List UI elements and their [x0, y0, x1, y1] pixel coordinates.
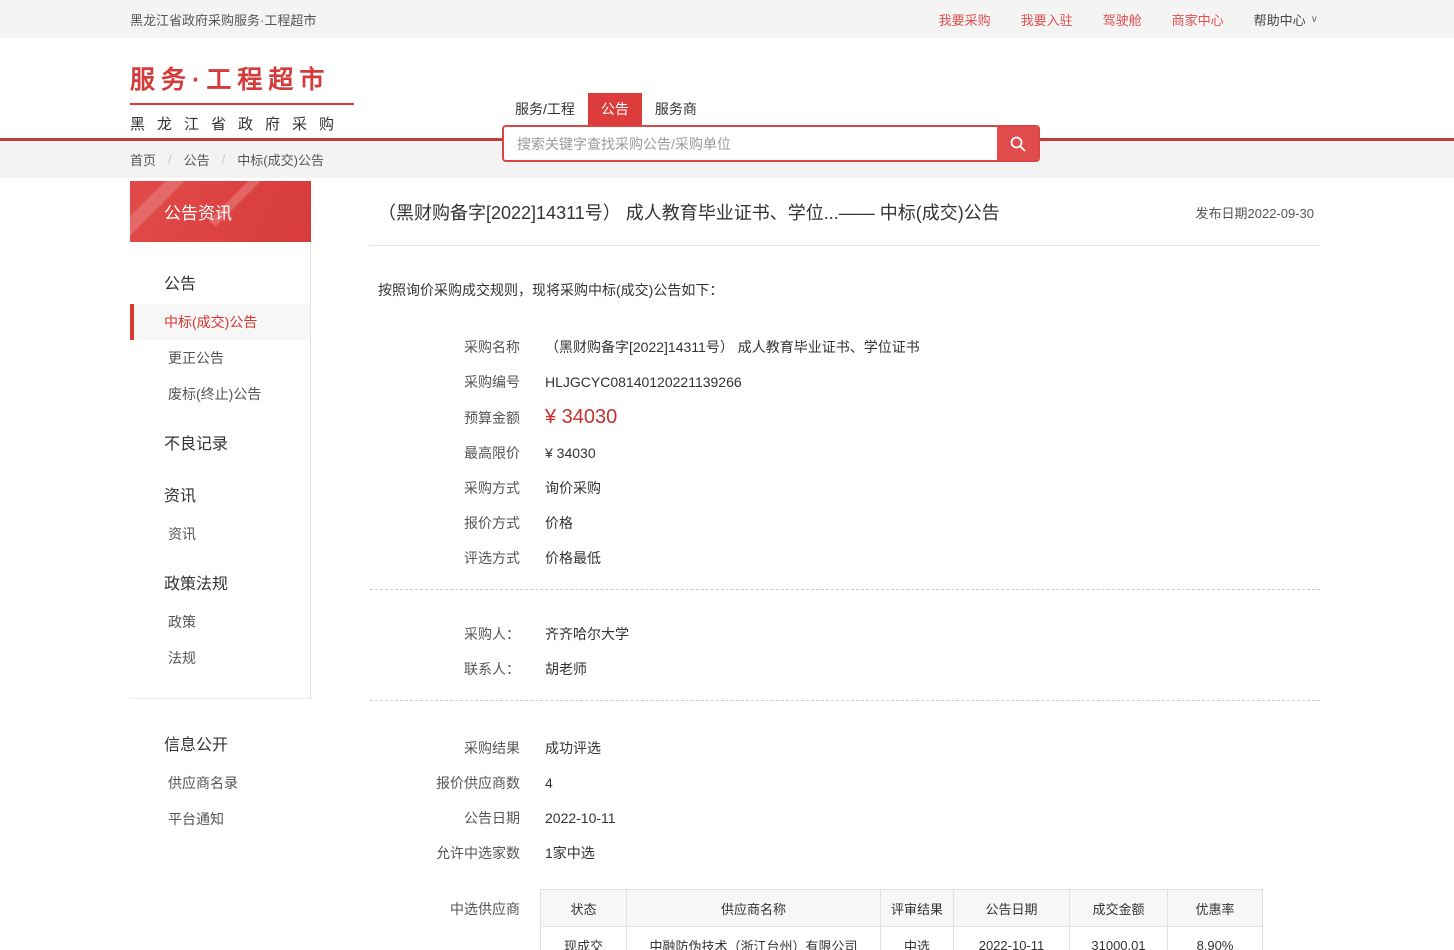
cell-discount-rate: 8.90%	[1168, 927, 1263, 950]
tab-announcements[interactable]: 公告	[588, 93, 642, 125]
section-divider	[370, 700, 1320, 701]
sidebar-item-award-announcements[interactable]: 中标(成交)公告	[130, 304, 310, 340]
field-procurement-number: 采购编号 HLJGCYC08140120221139266	[370, 372, 1320, 392]
sidebar-item-news[interactable]: 资讯	[130, 516, 310, 552]
column-header-status: 状态	[541, 890, 627, 927]
help-center-label: 帮助中心	[1254, 10, 1306, 29]
sidebar-item-platform-notices[interactable]: 平台通知	[130, 801, 310, 837]
field-max-price: 最高限价 ¥ 34030	[370, 443, 1320, 463]
tab-service-providers[interactable]: 服务商	[642, 93, 710, 125]
sidebar-item-correction-announcements[interactable]: 更正公告	[130, 340, 310, 376]
help-center-menu[interactable]: 帮助中心 ∨	[1254, 10, 1318, 29]
field-bidder-count: 报价供应商数 4	[370, 773, 1320, 793]
contact-fields: 采购人： 齐齐哈尔大学 联系人： 胡老师	[370, 624, 1320, 679]
top-link-cockpit[interactable]: 驾驶舱	[1103, 10, 1142, 29]
search-button[interactable]	[997, 127, 1038, 160]
search-area: 服务/工程 公告 服务商	[502, 93, 1040, 162]
sidebar-header-label: 公告资讯	[164, 199, 232, 224]
table-header-row: 状态 供应商名称 评审结果 公告日期 成交金额 优惠率	[541, 890, 1263, 927]
field-selection-method: 评选方式 价格最低	[370, 548, 1320, 568]
column-header-deal-amount: 成交金额	[1070, 890, 1168, 927]
sidebar-header: 公告资讯	[130, 181, 311, 242]
tab-services-projects[interactable]: 服务/工程	[502, 93, 588, 125]
sidebar: 公告资讯 公告 中标(成交)公告 更正公告 废标(终止)公告 不良记录 资讯 资…	[130, 181, 311, 857]
sidebar-item-supplier-directory[interactable]: 供应商名录	[130, 765, 310, 801]
table-row: 现成交 中融防伪技术（浙江台州）有限公司 中选 2022-10-11 31000…	[541, 927, 1263, 950]
site-logo: 服务·工程超市 黑龙江省政府采购	[130, 60, 354, 134]
cell-deal-amount: 31000.01	[1070, 927, 1168, 950]
article-header: （黑财购备字[2022]14311号） 成人教育毕业证书、学位...—— 中标(…	[370, 181, 1320, 245]
sidebar-bottom-nav: 信息公开 供应商名录 平台通知	[130, 699, 311, 857]
column-header-review-result: 评审结果	[881, 890, 954, 927]
cell-announcement-date: 2022-10-11	[954, 927, 1070, 950]
logo-title: 服务·工程超市	[130, 60, 354, 105]
breadcrumb-separator: /	[168, 152, 172, 167]
field-procurement-method: 采购方式 询价采购	[370, 478, 1320, 498]
column-header-announcement-date: 公告日期	[954, 890, 1070, 927]
page-title: （黑财购备字[2022]14311号） 成人教育毕业证书、学位...—— 中标(…	[378, 199, 1000, 225]
field-contact-person: 联系人： 胡老师	[370, 659, 1320, 679]
sidebar-item-cancelled-announcements[interactable]: 废标(终止)公告	[130, 376, 310, 412]
cell-supplier-name: 中融防伪技术（浙江台州）有限公司	[627, 927, 881, 950]
top-link-merchant-center[interactable]: 商家中心	[1172, 10, 1224, 29]
search-input[interactable]	[504, 127, 997, 160]
sidebar-heading-bad-records[interactable]: 不良记录	[130, 412, 310, 464]
search-tabs: 服务/工程 公告 服务商	[502, 93, 1040, 125]
field-procurement-name: 采购名称 （黑财购备字[2022]14311号） 成人教育毕业证书、学位证书	[370, 337, 1320, 357]
top-utility-bar: 黑龙江省政府采购服务·工程超市 我要采购 我要入驻 驾驶舱 商家中心 帮助中心 …	[0, 0, 1454, 38]
sidebar-heading-announcements[interactable]: 公告	[130, 252, 310, 304]
page-content: 公告资讯 公告 中标(成交)公告 更正公告 废标(终止)公告 不良记录 资讯 资…	[0, 178, 1454, 950]
breadcrumb-announcements[interactable]: 公告	[184, 150, 210, 169]
breadcrumb-separator: /	[222, 152, 226, 167]
sidebar-heading-policies-regulations[interactable]: 政策法规	[130, 552, 310, 604]
top-link-join[interactable]: 我要入驻	[1021, 10, 1073, 29]
site-name: 黑龙江省政府采购服务·工程超市	[130, 10, 316, 29]
result-fields: 采购结果 成功评选 报价供应商数 4 公告日期 2022-10-11 允许中选家…	[370, 738, 1320, 863]
field-procurement-result: 采购结果 成功评选	[370, 738, 1320, 758]
title-divider	[370, 245, 1320, 246]
field-purchaser: 采购人： 齐齐哈尔大学	[370, 624, 1320, 644]
cell-review-result: 中选	[881, 927, 954, 950]
intro-text: 按照询价采购成交规则，现将采购中标(成交)公告如下：	[378, 280, 1320, 300]
field-budget-amount: 预算金额 ¥ 34030	[370, 407, 1320, 428]
cell-status: 现成交	[541, 927, 627, 950]
procurement-fields: 采购名称 （黑财购备字[2022]14311号） 成人教育毕业证书、学位证书 采…	[370, 337, 1320, 568]
field-quote-method: 报价方式 价格	[370, 513, 1320, 533]
top-links: 我要采购 我要入驻 驾驶舱 商家中心 帮助中心 ∨	[939, 10, 1318, 29]
column-header-supplier-name: 供应商名称	[627, 890, 881, 927]
publish-date: 发布日期2022-09-30	[1196, 203, 1315, 222]
column-header-discount-rate: 优惠率	[1168, 890, 1263, 927]
field-announcement-date: 公告日期 2022-10-11	[370, 808, 1320, 828]
sidebar-heading-news[interactable]: 资讯	[130, 464, 310, 516]
winning-supplier-table: 状态 供应商名称 评审结果 公告日期 成交金额 优惠率 现成交 中融防伪技术（浙…	[540, 889, 1263, 950]
breadcrumb-home[interactable]: 首页	[130, 150, 156, 169]
breadcrumb-current: 中标(成交)公告	[237, 150, 324, 169]
sidebar-heading-information-disclosure[interactable]: 信息公开	[130, 713, 310, 765]
chevron-down-icon: ∨	[1311, 14, 1318, 25]
top-link-i-want-to-procure[interactable]: 我要采购	[939, 10, 991, 29]
sidebar-item-regulations[interactable]: 法规	[130, 640, 310, 676]
sidebar-item-policies[interactable]: 政策	[130, 604, 310, 640]
budget-amount-value: ¥ 34030	[545, 407, 617, 427]
search-icon	[1009, 135, 1027, 153]
site-header: 服务·工程超市 黑龙江省政府采购 服务/工程 公告 服务商	[0, 38, 1454, 138]
section-divider	[370, 589, 1320, 590]
logo-subtitle: 黑龙江省政府采购	[130, 113, 354, 134]
field-allowed-winner-count: 允许中选家数 1家中选	[370, 843, 1320, 863]
winning-supplier-label: 中选供应商	[370, 889, 520, 950]
search-box	[502, 125, 1040, 162]
announcement-article: （黑财购备字[2022]14311号） 成人教育毕业证书、学位...—— 中标(…	[370, 181, 1320, 950]
winning-supplier-section: 中选供应商 状态 供应商名称 评审结果 公告日期 成交金额 优惠率 现成交	[370, 889, 1320, 950]
sidebar-main-nav: 公告 中标(成交)公告 更正公告 废标(终止)公告 不良记录 资讯 资讯 政策法…	[130, 242, 311, 699]
